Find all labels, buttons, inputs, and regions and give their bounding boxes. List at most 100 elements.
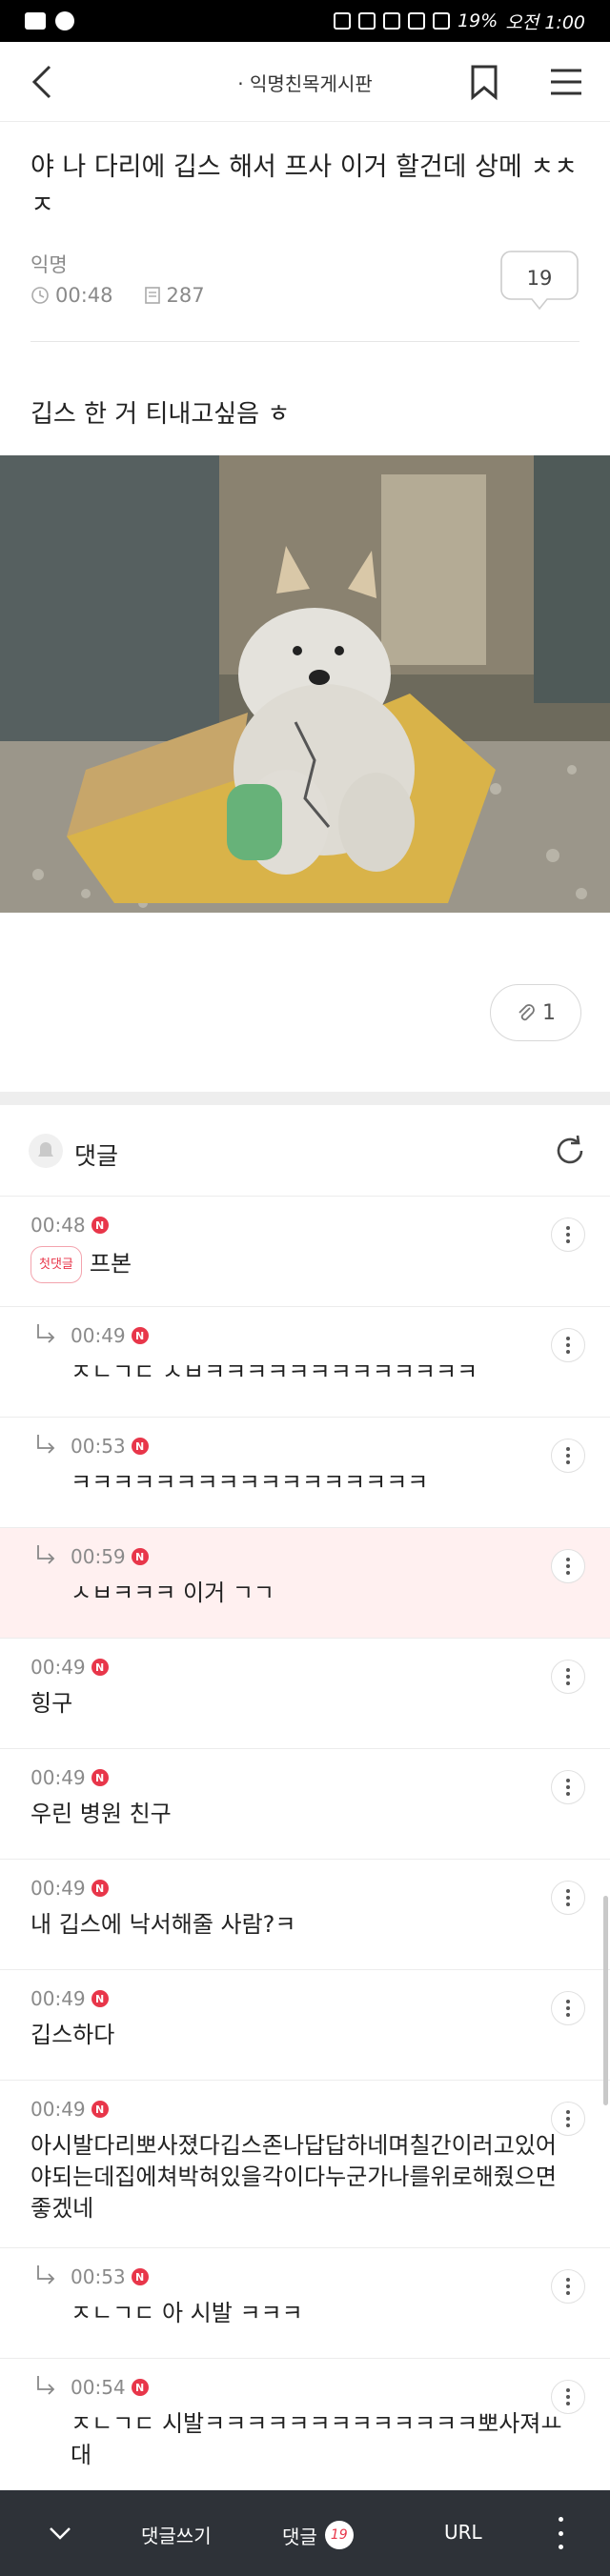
comment-text: 아시발다리뽀사졌다깁스존나답답하네며칠간이러고있어야되는데집에쳐박혀있을각이다누… bbox=[30, 2132, 557, 2222]
comment-body: ㅈㄴㄱㄷ ㅅㅂㅋㅋㅋㅋㅋㅋㅋㅋㅋㅋㅋㅋㅋ bbox=[71, 1357, 564, 1388]
bookmark-icon[interactable] bbox=[467, 63, 501, 101]
comment-time: 00:49 N bbox=[30, 1656, 109, 1679]
post-body: 깁스 한 거 티내고싶음 ㅎ bbox=[30, 400, 291, 429]
comment-count: 19 bbox=[526, 267, 553, 290]
post-title: 야 나 다리에 깁스 해서 프사 이거 할건데 상메 ㅊㅊㅈ bbox=[30, 152, 579, 220]
comment-time: 00:54 N bbox=[71, 2376, 149, 2399]
more-options-icon[interactable] bbox=[553, 2517, 568, 2549]
refresh-icon[interactable] bbox=[551, 1132, 589, 1170]
new-badge: N bbox=[91, 1880, 109, 1897]
comment: 00:49 N 우린 병원 친구 bbox=[0, 1749, 610, 1860]
comment-time: 00:49 N bbox=[30, 1766, 109, 1789]
comment-more-icon[interactable] bbox=[551, 1770, 585, 1804]
reply-comment: 00:53 N ㅋㅋㅋㅋㅋㅋㅋㅋㅋㅋㅋㅋㅋㅋㅋㅋㅋ bbox=[0, 1418, 610, 1528]
post-meta: 00:48 287 bbox=[30, 284, 226, 307]
comment: 00:49 N 아시발다리뽀사졌다깁스존나답답하네며칠간이러고있어야되는데집에쳐박혀… bbox=[0, 2081, 610, 2248]
post-author: 익명 bbox=[30, 253, 68, 276]
comment: 00:49 N 힝구 bbox=[0, 1639, 610, 1749]
new-badge: N bbox=[91, 1659, 109, 1676]
reply-arrow-icon bbox=[37, 1435, 55, 1454]
battery-level: 19% bbox=[458, 10, 498, 31]
comment-text: ㅈㄴㄱㄷ 시발ㅋㅋㅋㅋㅋㅋㅋㅋㅋㅋㅋㅋㅋ뽀사져ㅛ대 bbox=[71, 2410, 562, 2468]
comment-more-icon[interactable] bbox=[551, 2102, 585, 2136]
new-badge: N bbox=[131, 1548, 149, 1565]
comments-count-badge: 19 bbox=[324, 2521, 354, 2549]
reply-comment: 00:59 N ㅅㅂㅋㅋㅋ 이거 ㄱㄱ bbox=[0, 1528, 610, 1639]
comment-more-icon[interactable] bbox=[551, 2269, 585, 2304]
new-badge: N bbox=[91, 2101, 109, 2118]
menu-icon[interactable] bbox=[547, 63, 585, 101]
mute-icon bbox=[358, 12, 376, 30]
comment-timestamp: 00:49 bbox=[30, 1656, 86, 1679]
section-separator bbox=[0, 1092, 610, 1105]
write-comment-button[interactable]: 댓글쓰기 bbox=[141, 2521, 212, 2548]
new-badge: N bbox=[131, 1438, 149, 1455]
comment-time: 00:49 N bbox=[71, 1324, 149, 1347]
comment-timestamp: 00:59 bbox=[71, 1545, 126, 1568]
comment-body: 내 깁스에 낙서해줄 사람?ㅋ bbox=[30, 1909, 564, 1941]
comment-time: 00:49 N bbox=[30, 1987, 109, 2010]
new-badge: N bbox=[131, 1327, 149, 1344]
comment-body: ㅋㅋㅋㅋㅋㅋㅋㅋㅋㅋㅋㅋㅋㅋㅋㅋㅋ bbox=[71, 1467, 564, 1499]
wifi-icon bbox=[408, 12, 426, 30]
lock-icon bbox=[334, 12, 352, 30]
comment: 00:48 N 첫댓글 프본 bbox=[0, 1197, 610, 1307]
comment-text: 프본 bbox=[89, 1250, 132, 1278]
bell-icon[interactable] bbox=[29, 1134, 63, 1168]
comment-timestamp: 00:49 bbox=[71, 1324, 126, 1347]
comment-time: 00:53 N bbox=[71, 1435, 149, 1458]
comment-timestamp: 00:49 bbox=[30, 2098, 86, 2121]
reply-comment: 00:53 N ㅈㄴㄱㄷ 아 시발 ㅋㅋㅋ bbox=[0, 2248, 610, 2359]
comment-more-icon[interactable] bbox=[551, 1549, 585, 1583]
post-time: 00:48 bbox=[55, 284, 113, 307]
comment-timestamp: 00:48 bbox=[30, 1214, 86, 1237]
scrollbar[interactable] bbox=[603, 1896, 608, 2105]
comment-more-icon[interactable] bbox=[551, 1218, 585, 1252]
comment-timestamp: 00:49 bbox=[30, 1987, 86, 2010]
comment-more-icon[interactable] bbox=[551, 1881, 585, 1915]
clock: 오전 1:00 bbox=[505, 11, 585, 33]
comment-body: 아시발다리뽀사졌다깁스존나답답하네며칠간이러고있어야되는데집에쳐박혀있을각이다누… bbox=[30, 2130, 564, 2224]
reply-comment: 00:49 N ㅈㄴㄱㄷ ㅅㅂㅋㅋㅋㅋㅋㅋㅋㅋㅋㅋㅋㅋㅋ bbox=[0, 1307, 610, 1418]
top-nav: · 익명친목게시판 bbox=[0, 42, 610, 122]
url-button[interactable]: URL bbox=[444, 2521, 482, 2544]
comment-text: ㅈㄴㄱㄷ ㅅㅂㅋㅋㅋㅋㅋㅋㅋㅋㅋㅋㅋㅋㅋ bbox=[71, 1358, 478, 1385]
reply-arrow-icon bbox=[37, 2265, 55, 2284]
comment-timestamp: 00:53 bbox=[71, 1435, 126, 1458]
play-icon bbox=[55, 11, 74, 30]
comment-time: 00:49 N bbox=[30, 1877, 109, 1900]
comment-body: 우린 병원 친구 bbox=[30, 1799, 564, 1830]
attachment-button[interactable]: 1 bbox=[490, 984, 581, 1041]
comment-body: 힝구 bbox=[30, 1688, 564, 1720]
comment: 00:49 N 내 깁스에 낙서해줄 사람?ㅋ bbox=[0, 1860, 610, 1970]
comment-body: 깁스하다 bbox=[30, 2020, 564, 2051]
new-badge: N bbox=[91, 1217, 109, 1234]
comment: 00:49 N 깁스하다 bbox=[0, 1970, 610, 2081]
comments-button[interactable]: 댓글 19 bbox=[282, 2521, 354, 2549]
comment-more-icon[interactable] bbox=[551, 2380, 585, 2414]
comment-body: ㅈㄴㄱㄷ 아 시발 ㅋㅋㅋ bbox=[71, 2298, 564, 2329]
comment-timestamp: 00:54 bbox=[71, 2376, 126, 2399]
reply-arrow-icon bbox=[37, 1545, 55, 1564]
first-comment-badge: 첫댓글 bbox=[30, 1246, 82, 1283]
comments-label: 댓글 bbox=[282, 2525, 317, 2548]
hd-icon bbox=[383, 12, 401, 30]
comment-text: ㅋㅋㅋㅋㅋㅋㅋㅋㅋㅋㅋㅋㅋㅋㅋㅋㅋ bbox=[71, 1469, 429, 1496]
new-badge: N bbox=[91, 1769, 109, 1786]
reply-arrow-icon bbox=[37, 2376, 55, 2395]
board-title[interactable]: · 익명친목게시판 bbox=[0, 69, 610, 96]
chevron-down-icon[interactable] bbox=[46, 2519, 74, 2547]
views-icon bbox=[144, 287, 160, 304]
comment-count-bubble[interactable]: 19 bbox=[499, 250, 580, 311]
post-photo[interactable] bbox=[0, 455, 610, 913]
comment-more-icon[interactable] bbox=[551, 1660, 585, 1694]
comment-more-icon[interactable] bbox=[551, 1991, 585, 2025]
comment-time: 00:48 N bbox=[30, 1214, 109, 1237]
comment-text: 내 깁스에 낙서해줄 사람?ㅋ bbox=[30, 1911, 296, 1938]
comment-time: 00:53 N bbox=[71, 2265, 149, 2288]
post-views: 287 bbox=[166, 284, 205, 307]
comment-more-icon[interactable] bbox=[551, 1328, 585, 1362]
comment-text: 우린 병원 친구 bbox=[30, 1801, 172, 1827]
comment-more-icon[interactable] bbox=[551, 1439, 585, 1473]
comment-body: 첫댓글 프본 bbox=[30, 1246, 564, 1283]
